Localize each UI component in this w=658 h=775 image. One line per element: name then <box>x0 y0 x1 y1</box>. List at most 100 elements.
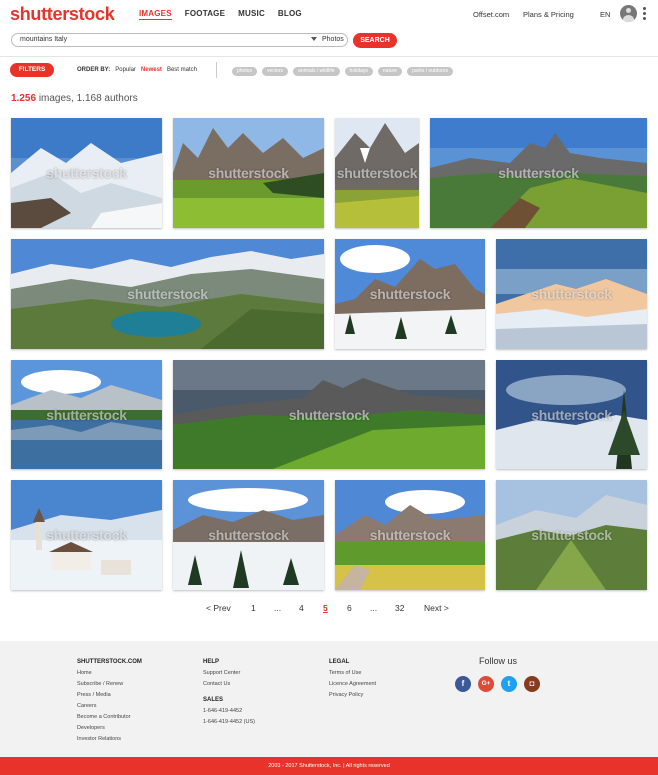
order-best-match[interactable]: Best match <box>167 67 197 73</box>
category-tags: photos vectors animals / wildlife holida… <box>232 67 453 76</box>
user-avatar-icon[interactable] <box>620 5 637 22</box>
watermark: shutterstock <box>46 165 127 181</box>
watermark: shutterstock <box>498 165 579 181</box>
watermark: shutterstock <box>46 406 127 423</box>
search-type-select[interactable]: Photos <box>322 36 344 43</box>
footer-phone[interactable]: 1-646-419-4452 <box>203 706 255 717</box>
results-number: 1.256 <box>11 93 37 104</box>
photo-thumbnail[interactable]: shutterstock <box>335 239 485 349</box>
footer-link[interactable]: Developers <box>77 723 142 734</box>
order-popular[interactable]: Popular <box>115 67 136 73</box>
footer-link[interactable]: Terms of Use <box>329 668 376 679</box>
filter-divider <box>216 62 217 78</box>
watermark: shutterstock <box>369 527 451 543</box>
header-divider <box>0 56 658 57</box>
footer: SHUTTERSTOCK.COM Home Subscribe / Renew … <box>0 641 658 757</box>
footer-heading: LEGAL <box>329 659 350 665</box>
watermark: shutterstock <box>208 165 289 181</box>
watermark: shutterstock <box>336 165 418 181</box>
language-selector[interactable]: EN <box>600 10 610 19</box>
footer-link[interactable]: Become a Contributor <box>77 712 142 723</box>
footer-link[interactable]: Privacy Policy <box>329 690 376 701</box>
photo-thumbnail[interactable]: shutterstock <box>173 480 324 590</box>
search-query[interactable]: mountains Italy <box>20 36 67 43</box>
footer-heading: SALES <box>203 697 224 703</box>
results-suffix: images, 1.168 authors <box>38 93 138 104</box>
order-by-label: ORDER BY: <box>77 67 111 73</box>
photo-thumbnail[interactable]: shutterstock <box>496 360 647 469</box>
footer-col-shutterstock: SHUTTERSTOCK.COM Home Subscribe / Renew … <box>77 657 142 745</box>
prev-page-link[interactable]: < Prev <box>206 603 231 613</box>
next-page-link[interactable]: Next > <box>424 603 449 613</box>
footer-link[interactable]: Support Center <box>203 668 255 679</box>
order-by: ORDER BY: Popular Newest Best match <box>77 67 197 73</box>
search-input[interactable]: mountains Italy Photos <box>11 33 348 47</box>
copyright-bar: 2003 - 2017 Shutterstock, Inc. | All rig… <box>0 757 658 775</box>
photo-thumbnail[interactable]: shutterstock <box>11 118 162 228</box>
footer-link[interactable]: Investor Relations <box>77 734 142 745</box>
footer-link[interactable]: Subscribe / Renew <box>77 679 142 690</box>
results-count: 1.256 images, 1.168 authors <box>11 93 138 104</box>
tag-photos[interactable]: photos <box>232 67 258 76</box>
footer-col-help: HELP Support Center Contact Us SALES 1-6… <box>203 657 255 728</box>
footer-heading: HELP <box>203 659 220 665</box>
twitter-icon[interactable]: t <box>501 676 517 692</box>
nav-blog[interactable]: BLOG <box>278 9 302 20</box>
chevron-down-icon[interactable] <box>311 37 317 41</box>
tag-vectors[interactable]: vectors <box>262 67 289 76</box>
tag-parks-outdoors[interactable]: parks / outdoors <box>407 67 453 76</box>
offset-link[interactable]: Offset.com <box>473 10 509 19</box>
shutterstock-logo[interactable]: shutterstock <box>10 4 115 24</box>
filters-button[interactable]: FILTERS <box>10 63 54 77</box>
nav-footage[interactable]: FOOTAGE <box>185 9 225 20</box>
plans-pricing-link[interactable]: Plans & Pricing <box>523 10 574 19</box>
footer-link[interactable]: Contact Us <box>203 679 255 690</box>
facebook-icon[interactable]: f <box>455 676 471 692</box>
page-link[interactable]: 4 <box>299 603 304 613</box>
search-button[interactable]: SEARCH <box>353 33 397 48</box>
tag-nature[interactable]: nature <box>377 67 403 76</box>
footer-link[interactable]: Press / Media <box>77 690 142 701</box>
watermark: shutterstock <box>127 286 208 302</box>
pagination: < Prev 1 ... 4 5 6 ... 32 Next > <box>0 603 658 617</box>
photo-thumbnail[interactable]: shutterstock <box>335 118 419 228</box>
page-link[interactable]: 1 <box>251 603 256 613</box>
follow-us-label: Follow us <box>479 656 518 666</box>
photo-thumbnail[interactable]: shutterstock <box>335 480 485 590</box>
photo-thumbnail[interactable]: shutterstock <box>173 360 485 469</box>
google-plus-icon[interactable]: G+ <box>478 676 494 692</box>
kebab-menu-icon[interactable] <box>643 7 646 22</box>
footer-link[interactable]: Careers <box>77 701 142 712</box>
watermark: shutterstock <box>208 527 289 543</box>
photo-thumbnail[interactable]: shutterstock <box>11 360 162 469</box>
watermark: shutterstock <box>46 527 127 543</box>
page-link[interactable]: 32 <box>395 603 404 613</box>
order-newest[interactable]: Newest <box>141 67 162 73</box>
nav-music[interactable]: MUSIC <box>238 9 265 20</box>
watermark: shutterstock <box>288 406 370 423</box>
footer-heading: SHUTTERSTOCK.COM <box>77 659 142 665</box>
photo-thumbnail[interactable]: shutterstock <box>496 480 647 590</box>
photo-thumbnail[interactable]: shutterstock <box>173 118 324 228</box>
footer-link[interactable]: Licence Agreement <box>329 679 376 690</box>
nav-images[interactable]: IMAGES <box>139 9 172 20</box>
page: shutterstock IMAGES FOOTAGE MUSIC BLOG O… <box>0 0 658 775</box>
tag-holidays[interactable]: holidays <box>344 67 373 76</box>
current-page[interactable]: 5 <box>323 603 328 613</box>
footer-link[interactable]: Home <box>77 668 142 679</box>
watermark: shutterstock <box>531 527 612 543</box>
header: shutterstock IMAGES FOOTAGE MUSIC BLOG O… <box>0 0 658 58</box>
watermark: shutterstock <box>369 286 451 302</box>
footer-phone[interactable]: 1-646-419-4452 (US) <box>203 717 255 728</box>
photo-thumbnail[interactable]: shutterstock <box>496 239 647 349</box>
photo-thumbnail[interactable]: shutterstock <box>11 239 324 349</box>
footer-col-legal: LEGAL Terms of Use Licence Agreement Pri… <box>329 657 376 701</box>
main-nav: IMAGES FOOTAGE MUSIC BLOG <box>139 9 315 20</box>
tag-animals-wildlife[interactable]: animals / wildlife <box>293 67 340 76</box>
instagram-icon[interactable]: ◘ <box>524 676 540 692</box>
photo-thumbnail[interactable]: shutterstock <box>430 118 647 228</box>
photo-thumbnail[interactable]: shutterstock <box>11 480 162 590</box>
page-ellipsis: ... <box>274 603 282 613</box>
watermark: shutterstock <box>531 406 612 423</box>
page-link[interactable]: 6 <box>347 603 352 613</box>
